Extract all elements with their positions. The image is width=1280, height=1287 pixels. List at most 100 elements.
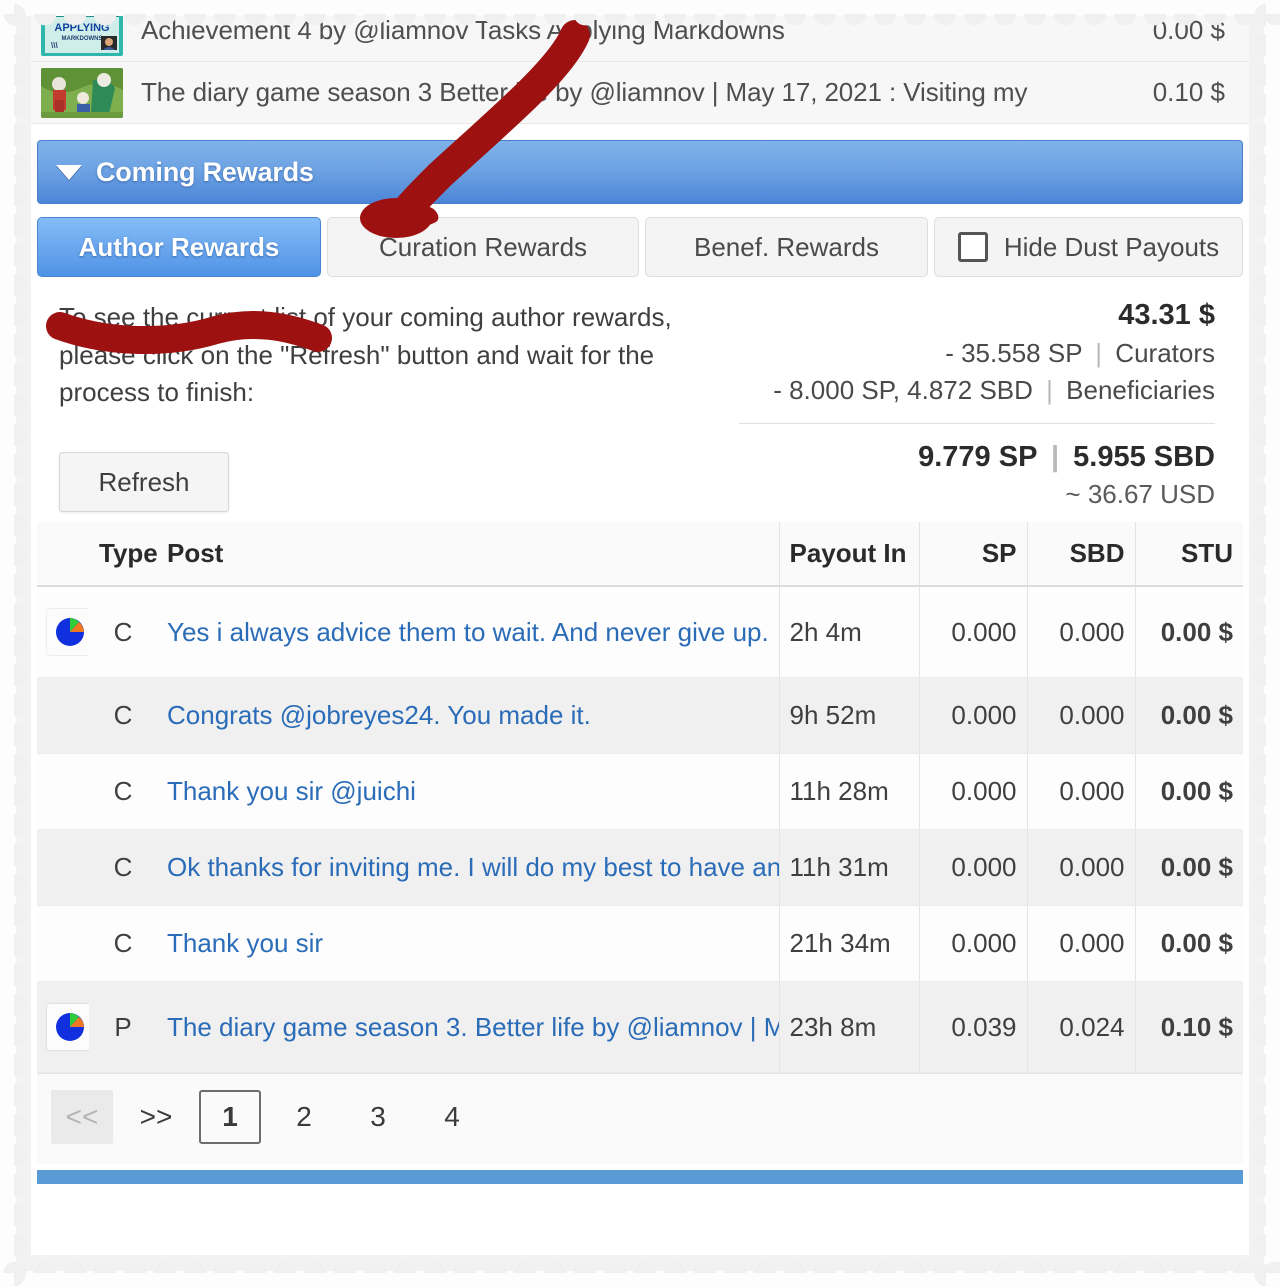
- net-sp: 9.779 SP: [918, 440, 1037, 473]
- refresh-label: Refresh: [98, 466, 190, 497]
- refresh-button[interactable]: Refresh: [59, 452, 229, 513]
- row-payout-in: 2h 4m: [778, 586, 919, 679]
- pie-chart-icon: [47, 609, 89, 656]
- table-header-row: Type Post Payout In SP SBD STU: [37, 522, 1243, 588]
- post-link[interactable]: Ok thanks for inviting me. I will do my …: [167, 852, 779, 882]
- row-stu: 0.10 $: [1134, 981, 1243, 1074]
- row-payout-in: 11h 31m: [778, 829, 919, 907]
- summary-curators-row: - 35.558 SP | Curators: [739, 335, 1215, 372]
- svg-text:MARKDOWNS: MARKDOWNS: [62, 36, 103, 42]
- row-sp: 0.000: [918, 905, 1027, 983]
- coming-rewards-header[interactable]: Coming Rewards: [37, 140, 1243, 204]
- row-post[interactable]: Yes i always advice them to wait. And ne…: [157, 586, 779, 679]
- pagination: << >> 1 2 3 4: [37, 1073, 1243, 1165]
- tab-benef-rewards[interactable]: Benef. Rewards: [645, 217, 928, 277]
- checkbox-icon[interactable]: [957, 232, 988, 262]
- post-link[interactable]: Thank you sir @juichi: [167, 776, 416, 806]
- pagination-page-2[interactable]: 2: [273, 1090, 335, 1144]
- row-icon-cell: [37, 829, 89, 907]
- tab-curation-rewards[interactable]: Curation Rewards: [327, 217, 639, 277]
- header-payout-in[interactable]: Payout In: [778, 522, 919, 588]
- rewards-table-wrap: Type Post Payout In SP SBD STU C Yes i a…: [37, 522, 1243, 1074]
- row-type: C: [89, 586, 157, 679]
- summary-total: 43.31 $: [1118, 299, 1215, 331]
- rewards-app-card: ACHIEVEMENT 4 APPLYING MARKDOWNS \\\ Ach…: [31, 0, 1249, 1255]
- row-post[interactable]: Ok thanks for inviting me. I will do my …: [157, 829, 779, 907]
- info-text: To see the current list of your coming a…: [59, 302, 672, 408]
- table-row[interactable]: P The diary game season 3. Better life b…: [37, 981, 1243, 1074]
- row-post[interactable]: Congrats @jobreyes24. You made it.: [157, 677, 779, 755]
- section-title: Coming Rewards: [96, 156, 314, 187]
- summary-usd: ~ 36.67 USD: [1065, 478, 1215, 509]
- row-sp: 0.000: [918, 586, 1027, 679]
- pie-chart-icon: [47, 1004, 89, 1051]
- separator: |: [1046, 374, 1053, 405]
- pagination-page-3[interactable]: 3: [347, 1090, 409, 1144]
- rewards-tab-row: Author Rewards Curation Rewards Benef. R…: [37, 217, 1243, 277]
- row-payout-in: 21h 34m: [778, 905, 919, 983]
- post-row[interactable]: The diary game season 3 Better life by @…: [31, 62, 1249, 124]
- post-row[interactable]: ACHIEVEMENT 4 APPLYING MARKDOWNS \\\ Ach…: [31, 0, 1249, 62]
- table-row[interactable]: C Yes i always advice them to wait. And …: [37, 586, 1243, 679]
- row-sp: 0.000: [918, 753, 1027, 831]
- row-post[interactable]: The diary game season 3. Better life by …: [157, 981, 779, 1074]
- info-summary-block: To see the current list of your coming a…: [37, 291, 1243, 513]
- row-post[interactable]: Thank you sir @juichi: [157, 753, 779, 831]
- post-title: Achievement 4 by @liamnov Tasks Applying…: [141, 15, 785, 45]
- hide-dust-payouts-toggle[interactable]: Hide Dust Payouts: [934, 217, 1243, 277]
- header-sp[interactable]: SP: [918, 522, 1027, 588]
- svg-text:APPLYING: APPLYING: [54, 22, 109, 34]
- tab-label: Curation Rewards: [378, 231, 588, 262]
- table-row[interactable]: C Thank you sir 21h 34m 0.000 0.000 0.00…: [37, 905, 1243, 983]
- separator: |: [1095, 337, 1103, 368]
- post-link[interactable]: The diary game season 3. Better life by …: [167, 1012, 779, 1042]
- post-link[interactable]: Thank you sir: [167, 928, 323, 958]
- row-stu: 0.00 $: [1134, 677, 1243, 755]
- header-sbd[interactable]: SBD: [1026, 522, 1135, 588]
- post-amount: 0.10 $: [1152, 77, 1225, 107]
- post-link[interactable]: Congrats @jobreyes24. You made it.: [167, 700, 591, 730]
- net-sbd: 5.955 SBD: [1073, 440, 1215, 473]
- svg-text:\\\: \\\: [51, 41, 58, 50]
- post-link[interactable]: Yes i always advice them to wait. And ne…: [167, 617, 769, 647]
- row-payout-in: 23h 8m: [778, 981, 919, 1074]
- row-type: C: [89, 905, 157, 983]
- tab-author-rewards[interactable]: Author Rewards: [37, 217, 321, 277]
- separator: |: [1050, 440, 1060, 473]
- row-icon-cell: [37, 981, 89, 1074]
- header-stu[interactable]: STU: [1134, 522, 1243, 588]
- pagination-page-4[interactable]: 4: [421, 1090, 483, 1144]
- curators-label: Curators: [1115, 337, 1215, 368]
- table-row[interactable]: C Congrats @jobreyes24. You made it. 9h …: [37, 677, 1243, 755]
- tab-label: Benef. Rewards: [694, 231, 879, 262]
- summary-divider: [739, 422, 1215, 424]
- header-type[interactable]: Type: [89, 522, 158, 588]
- summary-panel: 43.31 $ - 35.558 SP | Curators - 8.000 S…: [739, 291, 1239, 512]
- row-sbd: 0.024: [1026, 981, 1135, 1074]
- triangle-down-icon[interactable]: [56, 164, 82, 180]
- row-sp: 0.000: [918, 829, 1027, 907]
- row-icon-cell: [37, 905, 89, 983]
- row-type: P: [89, 981, 157, 1074]
- row-type: C: [89, 753, 157, 831]
- table-row[interactable]: C Ok thanks for inviting me. I will do m…: [37, 829, 1243, 907]
- diary-photo-thumbnail: [41, 67, 123, 118]
- row-stu: 0.00 $: [1134, 829, 1243, 907]
- row-sbd: 0.000: [1026, 829, 1135, 907]
- header-post[interactable]: Post: [157, 522, 779, 588]
- pagination-next-button[interactable]: >>: [125, 1090, 187, 1144]
- row-post[interactable]: Thank you sir: [157, 905, 779, 983]
- svg-text:ACHIEVEMENT 4: ACHIEVEMENT 4: [62, 12, 103, 18]
- summary-net-row: 9.779 SP | 5.955 SBD: [739, 438, 1215, 477]
- row-sp: 0.039: [918, 981, 1027, 1074]
- beneficiaries-label: Beneficiaries: [1066, 374, 1215, 405]
- row-icon-cell: [37, 753, 89, 831]
- table-row[interactable]: C Thank you sir @juichi 11h 28m 0.000 0.…: [37, 753, 1243, 831]
- pagination-first-button[interactable]: <<: [51, 1090, 113, 1145]
- beneficiaries-value: - 8.000 SP, 4.872 SBD: [773, 374, 1033, 405]
- achievement-markdown-thumbnail: ACHIEVEMENT 4 APPLYING MARKDOWNS \\\: [41, 5, 123, 56]
- curators-value: - 35.558 SP: [945, 337, 1083, 368]
- pagination-page-1[interactable]: 1: [199, 1090, 261, 1145]
- row-stu: 0.00 $: [1134, 905, 1243, 983]
- row-icon-cell: [37, 677, 89, 755]
